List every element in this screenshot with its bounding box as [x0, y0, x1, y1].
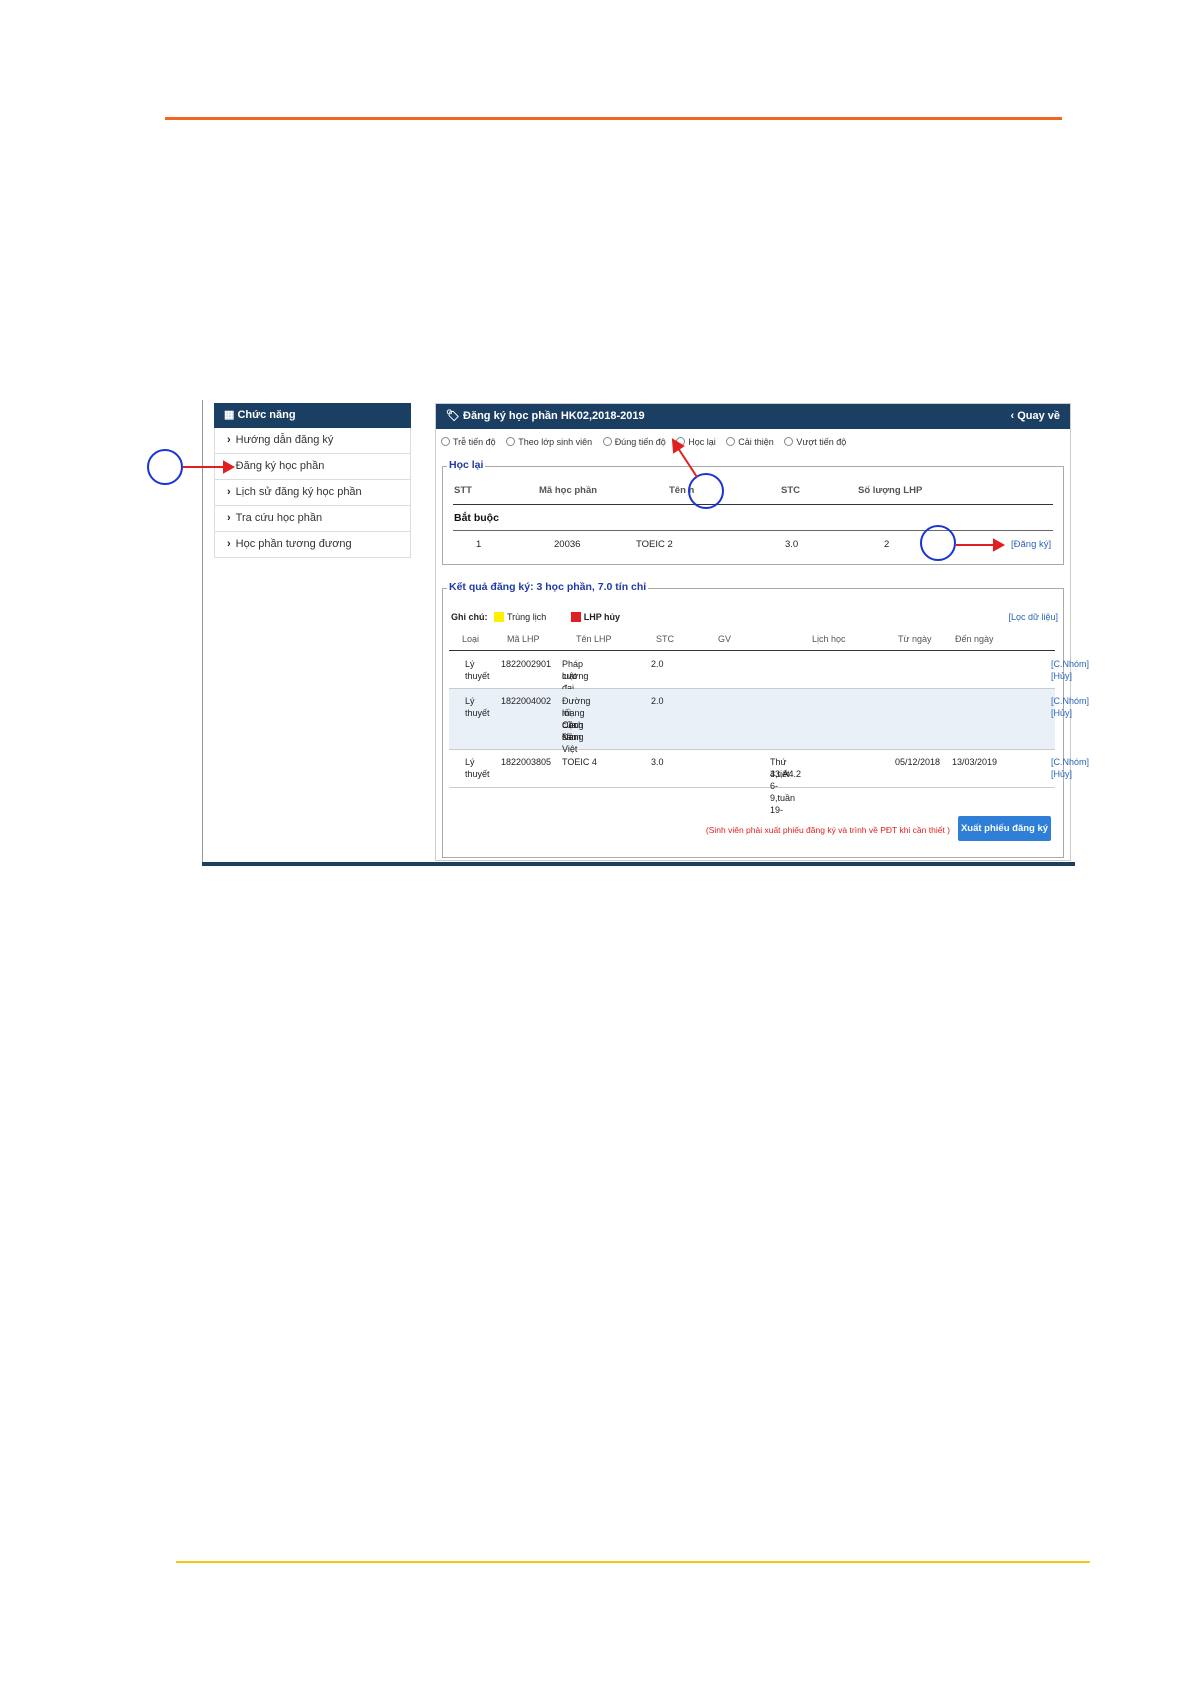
annotation-arrows	[183, 438, 1006, 552]
footer-rule	[176, 1561, 1090, 1563]
annotation-arrow	[677, 447, 698, 478]
